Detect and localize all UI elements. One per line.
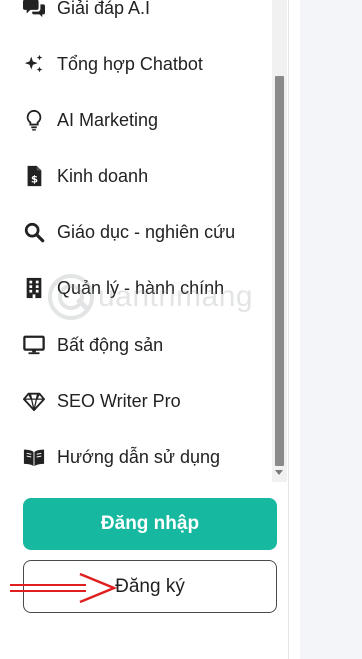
sparkles-icon <box>22 52 46 76</box>
menu-item-kinh-doanh[interactable]: $ Kinh doanh <box>22 158 148 194</box>
menu-item-huong-dan-su-dung[interactable]: Hướng dẫn sử dụng <box>22 439 220 475</box>
sidebar-divider <box>288 0 289 659</box>
menu-item-label: AI Marketing <box>57 109 159 130</box>
monitor-icon <box>22 333 46 357</box>
diamond-icon <box>22 389 46 413</box>
dollar-document-icon: $ <box>22 164 46 188</box>
menu-item-bat-dong-san[interactable]: Bất động sản <box>22 327 163 363</box>
menu-item-seo-writer-pro[interactable]: SEO Writer Pro <box>22 383 181 419</box>
sidebar-scrollbar[interactable] <box>272 0 287 482</box>
menu-item-giai-dap-ai[interactable]: Giải đáp A.I <box>22 0 150 26</box>
menu-item-tong-hop-chatbot[interactable]: Tổng hợp Chatbot <box>22 46 203 82</box>
login-button[interactable]: Đăng nhập <box>23 498 277 550</box>
chat-bubbles-icon <box>22 0 46 20</box>
menu-item-label: Kinh doanh <box>57 165 149 186</box>
annotation-arrow-icon <box>10 572 118 604</box>
sidebar: Giải đáp A.I Tổng hợp Chatbot AI Marketi… <box>0 0 288 659</box>
menu-item-label: Bất động sản <box>57 334 164 355</box>
magnifier-icon <box>22 220 46 244</box>
sidebar-menu: Giải đáp A.I Tổng hợp Chatbot AI Marketi… <box>0 0 272 482</box>
menu-item-label: Quản lý - hành chính <box>57 277 225 298</box>
menu-item-label: Tổng hợp Chatbot <box>57 53 203 74</box>
open-book-icon <box>22 445 46 469</box>
menu-item-quan-ly-hanh-chinh[interactable]: Quản lý - hành chính <box>22 270 224 306</box>
lightbulb-icon <box>22 108 46 132</box>
scroll-down-arrow-icon[interactable] <box>275 470 283 475</box>
menu-item-label: SEO Writer Pro <box>57 390 181 411</box>
svg-text:$: $ <box>31 174 38 185</box>
menu-item-giao-duc-nghien-cuu[interactable]: Giáo dục - nghiên cứu <box>22 214 235 250</box>
menu-item-ai-marketing[interactable]: AI Marketing <box>22 102 158 138</box>
menu-item-label: Giải đáp A.I <box>57 0 151 18</box>
scrollbar-thumb[interactable] <box>275 76 284 466</box>
menu-item-label: Giáo dục - nghiên cứu <box>57 221 236 242</box>
building-icon <box>22 276 46 300</box>
menu-item-label: Hướng dẫn sử dụng <box>57 446 221 467</box>
main-content-pane <box>300 0 362 659</box>
